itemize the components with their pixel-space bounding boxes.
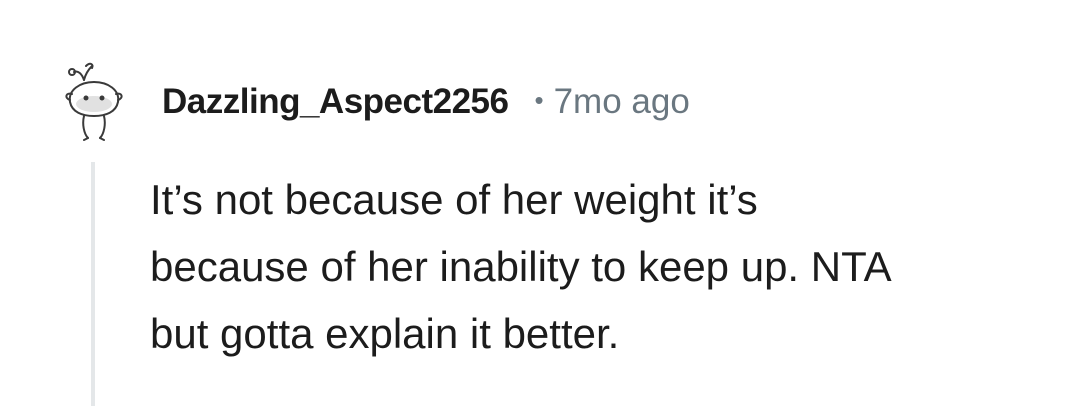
thread-line[interactable] [91, 162, 95, 406]
snoo-avatar-icon[interactable] [62, 62, 126, 142]
comment-timestamp[interactable]: 7mo ago [554, 82, 690, 122]
comment: Dazzling_Aspect2256 • 7mo ago It’s not b… [0, 0, 1080, 406]
comment-meta: Dazzling_Aspect2256 • 7mo ago [162, 80, 690, 124]
comment-body: It’s not because of her weight it’s beca… [150, 166, 1050, 367]
comment-body-line: but gotta explain it better. [150, 310, 620, 357]
meta-separator: • [534, 84, 544, 115]
comment-body-line: It’s not because of her weight it’s [150, 176, 758, 223]
comment-body-line: because of her inability to keep up. NTA [150, 243, 892, 290]
author-username[interactable]: Dazzling_Aspect2256 [162, 82, 509, 122]
